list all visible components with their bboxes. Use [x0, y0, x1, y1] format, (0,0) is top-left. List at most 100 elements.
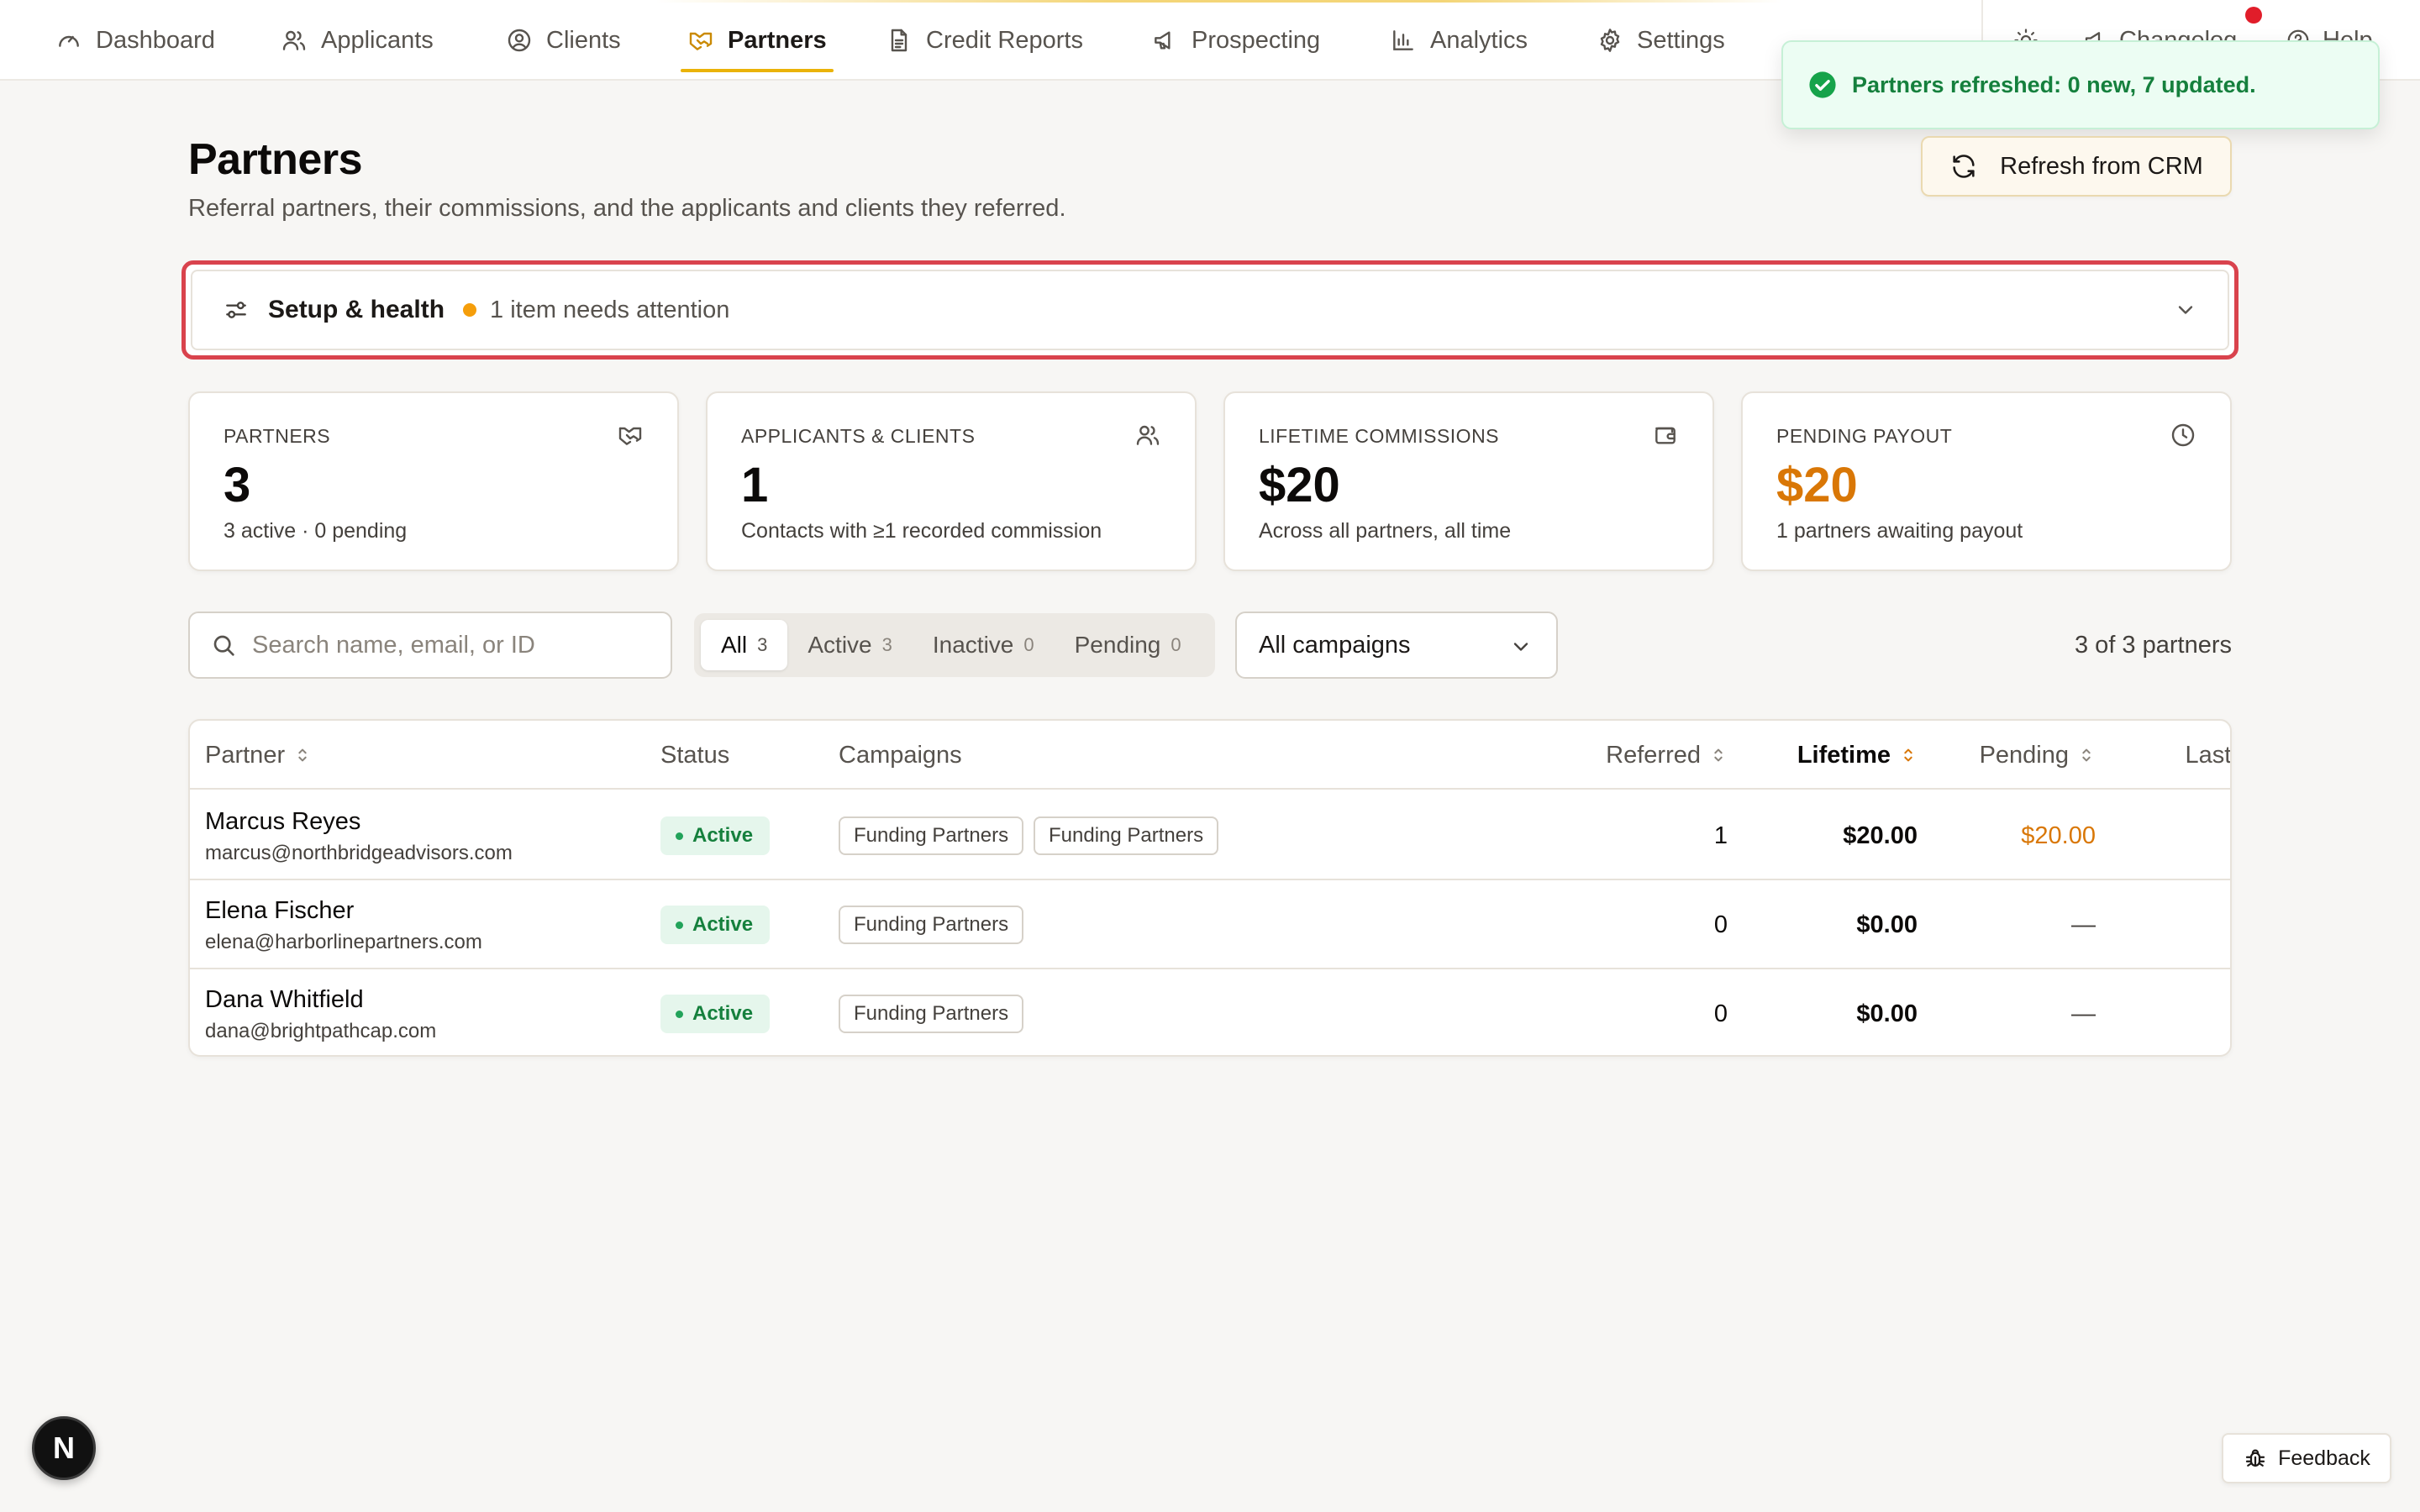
- nav-item-label: Dashboard: [96, 26, 215, 54]
- page-subtitle: Referral partners, their commissions, an…: [188, 195, 1066, 222]
- wallet-icon: [1652, 422, 1679, 449]
- stat-card-partners: PARTNERS 3 3 active · 0 pending: [188, 391, 679, 571]
- nav-item-applicants[interactable]: Applicants: [281, 0, 434, 81]
- stat-sub: Across all partners, all time: [1259, 519, 1512, 543]
- last-activity: —: [2096, 969, 2230, 1055]
- column-header-last-activity[interactable]: Last activity: [2096, 721, 2232, 790]
- user-circle-icon: [506, 27, 533, 54]
- status-badge: Active: [660, 816, 771, 855]
- stat-value: $20: [1259, 458, 1340, 512]
- column-label: Lifetime: [1797, 741, 1891, 769]
- stat-value: $20: [1776, 458, 1858, 512]
- sort-icon: [1709, 746, 1728, 764]
- sliders-icon: [223, 297, 250, 323]
- partner-name: Elena Fischer: [205, 897, 355, 924]
- stat-label: PARTNERS: [224, 425, 331, 447]
- segment-count: 0: [1171, 634, 1181, 655]
- nav-item-credit-reports[interactable]: Credit Reports: [886, 0, 1083, 81]
- partner-email: dana@brightpathcap.com: [205, 1020, 437, 1042]
- segment-label: Active: [808, 632, 872, 658]
- nav-item-label: Prospecting: [1192, 26, 1321, 54]
- nav-item-clients[interactable]: Clients: [506, 0, 621, 81]
- refresh-from-crm-button[interactable]: Refresh from CRM: [1921, 136, 2232, 197]
- status-badge: Active: [660, 906, 771, 944]
- table-row[interactable]: Marcus Reyes marcus@northbridgeadvisors.…: [190, 791, 2230, 880]
- campaign-select-value: All campaigns: [1259, 631, 1411, 659]
- users-icon: [281, 27, 308, 54]
- segment-pending[interactable]: Pending 0: [1055, 620, 1202, 670]
- megaphone-icon: [1151, 27, 1178, 54]
- sort-icon: [2077, 746, 2096, 764]
- setup-status: 1 item needs attention: [490, 296, 730, 323]
- nav-item-prospecting[interactable]: Prospecting: [1151, 0, 1320, 81]
- refresh-label: Refresh from CRM: [2000, 152, 2203, 180]
- chevron-down-icon: [2174, 298, 2197, 322]
- file-text-icon: [886, 27, 913, 54]
- search-input[interactable]: [252, 631, 655, 659]
- nav-item-label: Settings: [1637, 26, 1725, 54]
- column-label: Last activity: [2185, 741, 2232, 769]
- partner-name: Dana Whitfield: [205, 986, 364, 1013]
- lifetime-amount: $0.00: [1856, 911, 1918, 938]
- last-activity: —: [2096, 791, 2230, 880]
- partners-table: Partner Status Campaigns Referred Lifeti…: [188, 719, 2232, 1057]
- nav-item-settings[interactable]: Settings: [1597, 0, 1725, 81]
- setup-health-panel: Setup & health 1 item needs attention: [182, 260, 2238, 360]
- setup-health-toggle[interactable]: Setup & health 1 item needs attention: [191, 270, 2229, 350]
- table-row[interactable]: Elena Fischer elena@harborlinepartners.c…: [190, 880, 2230, 969]
- stat-sub: Contacts with ≥1 recorded commission: [741, 519, 1102, 543]
- campaign-tag: Funding Partners: [839, 906, 1024, 944]
- active-nav-underline: [681, 69, 834, 72]
- feedback-button[interactable]: Feedback: [2222, 1433, 2391, 1483]
- gauge-icon: [55, 27, 82, 54]
- column-header-lifetime[interactable]: Lifetime: [1728, 721, 1918, 790]
- nav-item-label: Partners: [728, 26, 827, 54]
- segment-all[interactable]: All 3: [701, 620, 788, 670]
- nav-item-label: Credit Reports: [926, 26, 1083, 54]
- column-header-campaigns: Campaigns: [839, 721, 962, 790]
- referred-count: 0: [1713, 1000, 1728, 1027]
- segment-label: Pending: [1074, 632, 1161, 658]
- campaign-tag: Funding Partners: [1034, 816, 1219, 855]
- segment-count: 3: [881, 634, 892, 655]
- table-row[interactable]: Dana Whitfield dana@brightpathcap.com Ac…: [190, 969, 2230, 1055]
- segment-active[interactable]: Active 3: [787, 620, 913, 670]
- stat-sub: 3 active · 0 pending: [224, 519, 408, 543]
- chevron-down-icon: [1509, 635, 1533, 659]
- stat-value: 3: [224, 458, 251, 512]
- handshake-icon: [687, 27, 714, 54]
- segment-label: Inactive: [932, 632, 1014, 658]
- segment-label: All: [721, 632, 748, 658]
- page-title: Partners: [188, 135, 363, 184]
- table-header: Partner Status Campaigns Referred Lifeti…: [190, 721, 2230, 790]
- column-header-partner[interactable]: Partner: [205, 721, 312, 790]
- setup-title: Setup & health: [268, 296, 445, 323]
- status-badge: Active: [660, 995, 771, 1033]
- campaign-select[interactable]: All campaigns: [1235, 612, 1558, 679]
- status-filter-segments: All 3 Active 3 Inactive 0 Pending 0: [694, 613, 1215, 677]
- notification-dot: [2245, 7, 2262, 24]
- handshake-icon: [617, 422, 644, 449]
- dev-tools-badge[interactable]: N: [32, 1416, 96, 1480]
- referred-count: 1: [1713, 822, 1728, 849]
- nav-item-label: Analytics: [1430, 26, 1528, 54]
- nav-item-label: Clients: [546, 26, 621, 54]
- refresh-icon: [1949, 152, 1978, 181]
- users-icon: [1134, 422, 1161, 449]
- segment-inactive[interactable]: Inactive 0: [913, 620, 1055, 670]
- success-toast: Partners refreshed: 0 new, 7 updated.: [1781, 40, 2380, 129]
- nav-item-analytics[interactable]: Analytics: [1390, 0, 1528, 81]
- column-label: Pending: [1979, 741, 2069, 769]
- nav-item-partners[interactable]: Partners: [681, 0, 834, 81]
- partner-email: elena@harborlinepartners.com: [205, 931, 482, 953]
- column-header-referred[interactable]: Referred: [1408, 721, 1728, 790]
- pending-amount: —: [2071, 911, 2096, 938]
- column-header-pending[interactable]: Pending: [1921, 721, 2096, 790]
- lifetime-amount: $0.00: [1856, 1000, 1918, 1027]
- stat-sub: 1 partners awaiting payout: [1776, 519, 2023, 543]
- nav-item-dashboard[interactable]: Dashboard: [55, 0, 215, 81]
- badge-letter: N: [53, 1431, 75, 1465]
- column-label: Status: [660, 741, 730, 769]
- campaign-tag: Funding Partners: [839, 995, 1024, 1033]
- stat-card-pending-payout: PENDING PAYOUT $20 1 partners awaiting p…: [1741, 391, 2232, 571]
